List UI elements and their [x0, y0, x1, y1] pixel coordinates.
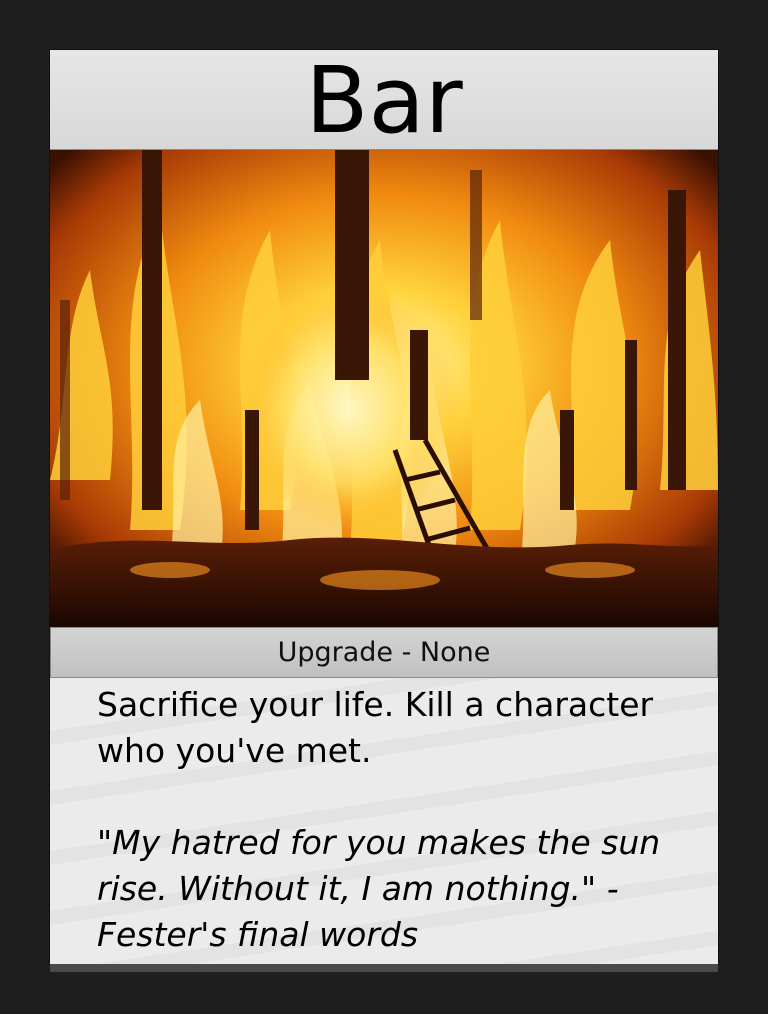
- card-title: Bar: [305, 46, 463, 154]
- card-type-line: Upgrade - None: [277, 637, 491, 668]
- card-flavor-text: "My hatred for you makes the sun rise. W…: [97, 823, 661, 954]
- type-line-bar: Upgrade - None: [50, 627, 718, 678]
- card-frame: Bar Upgrade - None Sacrifice your life. …: [0, 0, 768, 1014]
- card-rules-text: Sacrifice your life. Kill a character wh…: [97, 685, 654, 770]
- card-art: [50, 150, 718, 627]
- card: Bar Upgrade - None Sacrifice your life. …: [50, 50, 718, 964]
- card-bottom-edge: [50, 964, 718, 972]
- fire-artwork: [50, 150, 718, 627]
- rules-text-box: Sacrifice your life. Kill a character wh…: [50, 678, 718, 964]
- title-bar: Bar: [50, 50, 718, 150]
